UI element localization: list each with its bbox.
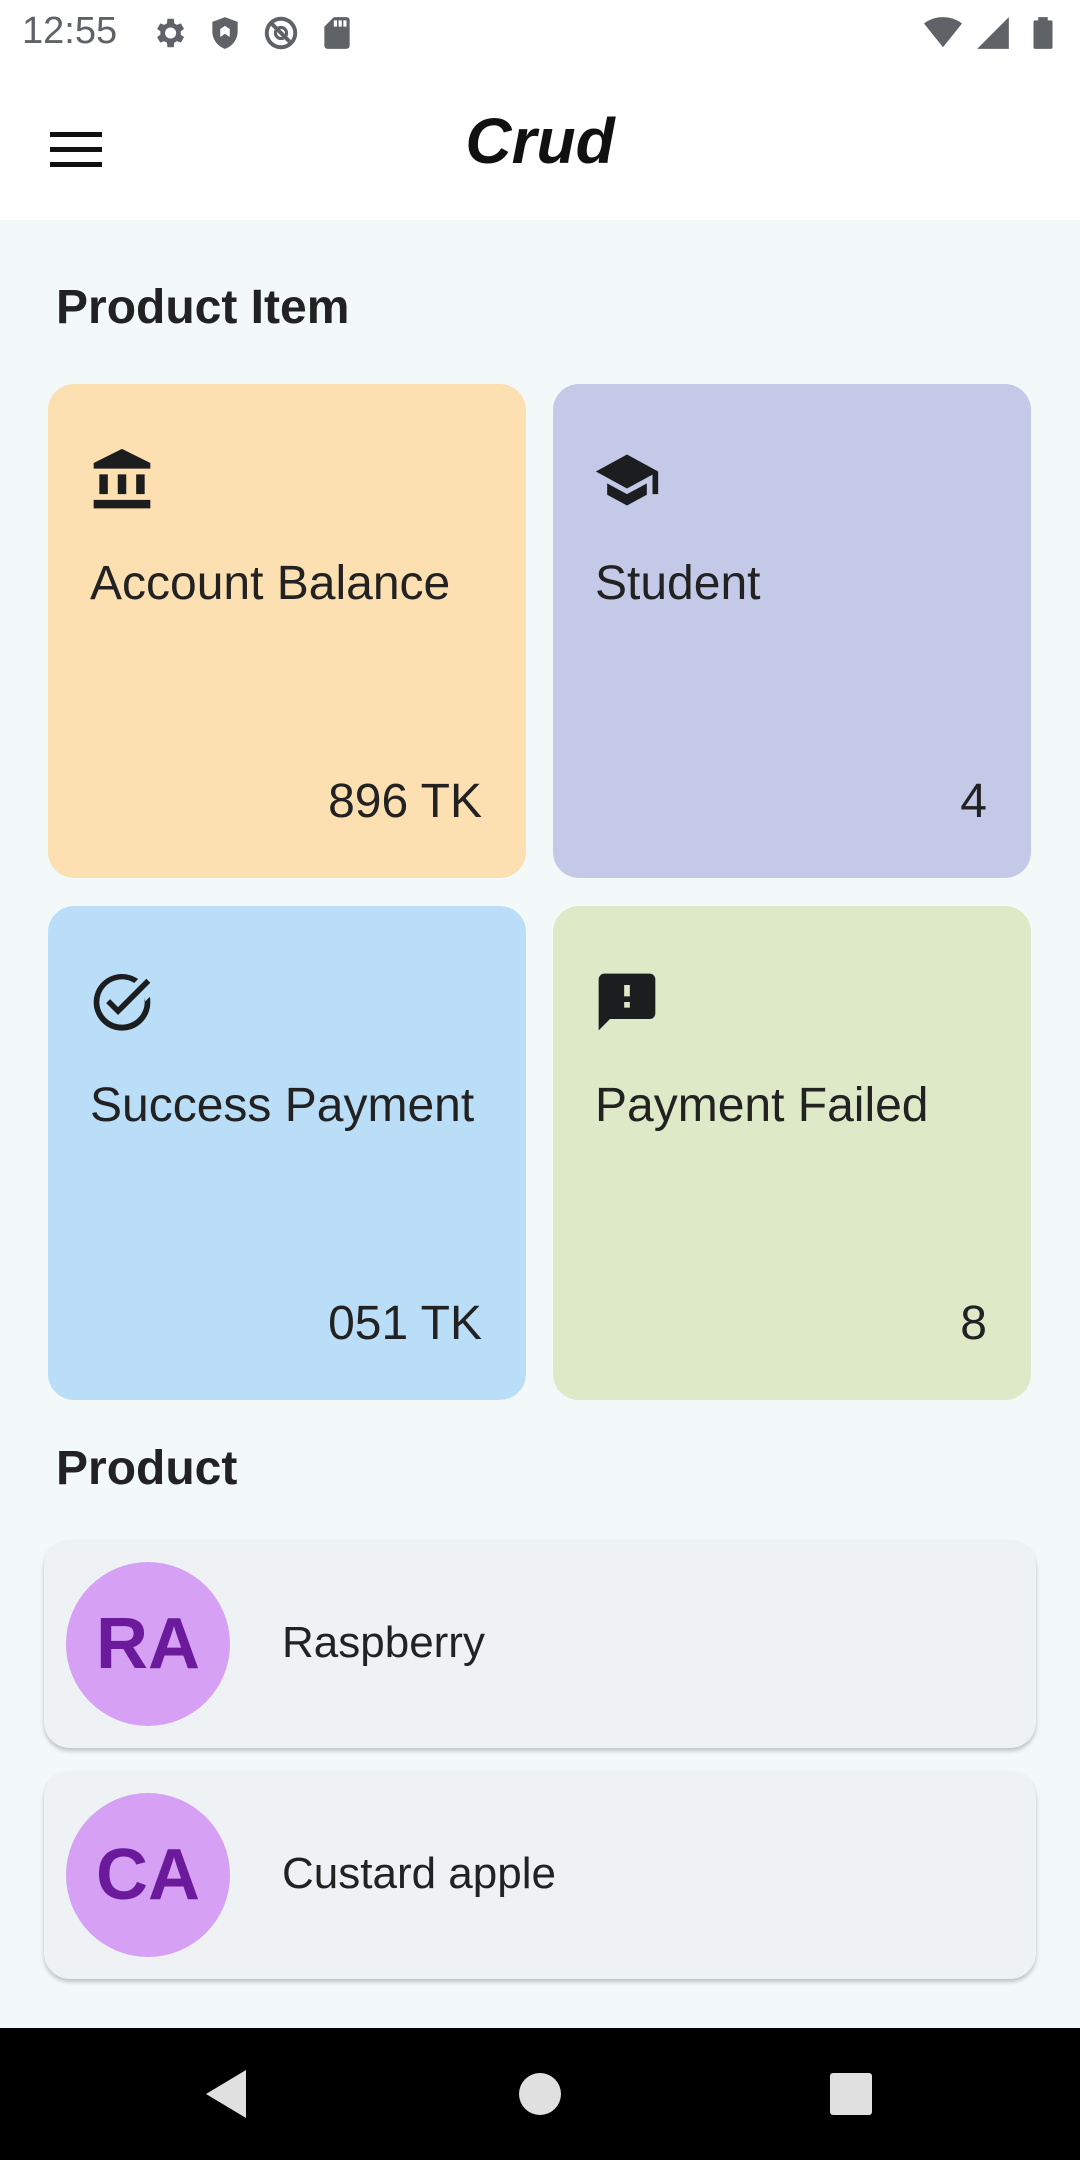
status-time: 12:55 bbox=[22, 10, 118, 52]
app-title: Crud bbox=[465, 105, 615, 177]
success-payment-card[interactable]: Success Payment 051 TK bbox=[48, 906, 526, 1400]
sd-card-icon bbox=[324, 17, 350, 49]
app-bar: Crud bbox=[0, 66, 1080, 220]
no-sync-icon bbox=[264, 16, 298, 50]
recents-icon[interactable] bbox=[815, 2058, 887, 2130]
card-value: 051 TK bbox=[328, 1297, 482, 1350]
card-value: 4 bbox=[960, 775, 987, 828]
settings-icon bbox=[157, 18, 185, 48]
section-title-product-item: Product Item bbox=[56, 281, 350, 334]
student-card[interactable]: Student 4 bbox=[553, 384, 1031, 878]
card-value: 896 TK bbox=[328, 775, 482, 828]
graduation-cap-icon bbox=[595, 454, 659, 506]
card-label: Payment Failed bbox=[595, 1079, 929, 1132]
navigation-bar bbox=[0, 2028, 1080, 2160]
battery-icon bbox=[1033, 17, 1053, 49]
home-icon[interactable] bbox=[504, 2058, 576, 2130]
card-label: Account Balance bbox=[90, 557, 451, 610]
feedback-alert-icon bbox=[598, 973, 656, 1031]
product-name: Custard apple bbox=[282, 1849, 556, 1898]
shield-icon bbox=[212, 17, 238, 49]
product-list-item[interactable]: RA Raspberry bbox=[44, 1540, 1036, 1748]
payment-failed-card[interactable]: Payment Failed 8 bbox=[553, 906, 1031, 1400]
avatar: CA bbox=[66, 1793, 230, 1957]
card-value: 8 bbox=[960, 1297, 987, 1350]
back-icon[interactable] bbox=[190, 2058, 262, 2130]
card-label: Success Payment bbox=[90, 1079, 475, 1132]
product-list-item[interactable]: CA Custard apple bbox=[44, 1771, 1036, 1979]
check-circle-icon bbox=[93, 973, 151, 1031]
wifi-icon bbox=[924, 17, 962, 48]
status-bar: 12:55 bbox=[0, 0, 1080, 66]
avatar: RA bbox=[66, 1562, 230, 1726]
signal-icon bbox=[977, 17, 1009, 49]
bank-icon bbox=[93, 448, 151, 509]
card-label: Student bbox=[595, 557, 761, 610]
section-title-product: Product bbox=[56, 1442, 238, 1495]
account-balance-card[interactable]: Account Balance 896 TK bbox=[48, 384, 526, 878]
product-name: Raspberry bbox=[282, 1618, 485, 1667]
